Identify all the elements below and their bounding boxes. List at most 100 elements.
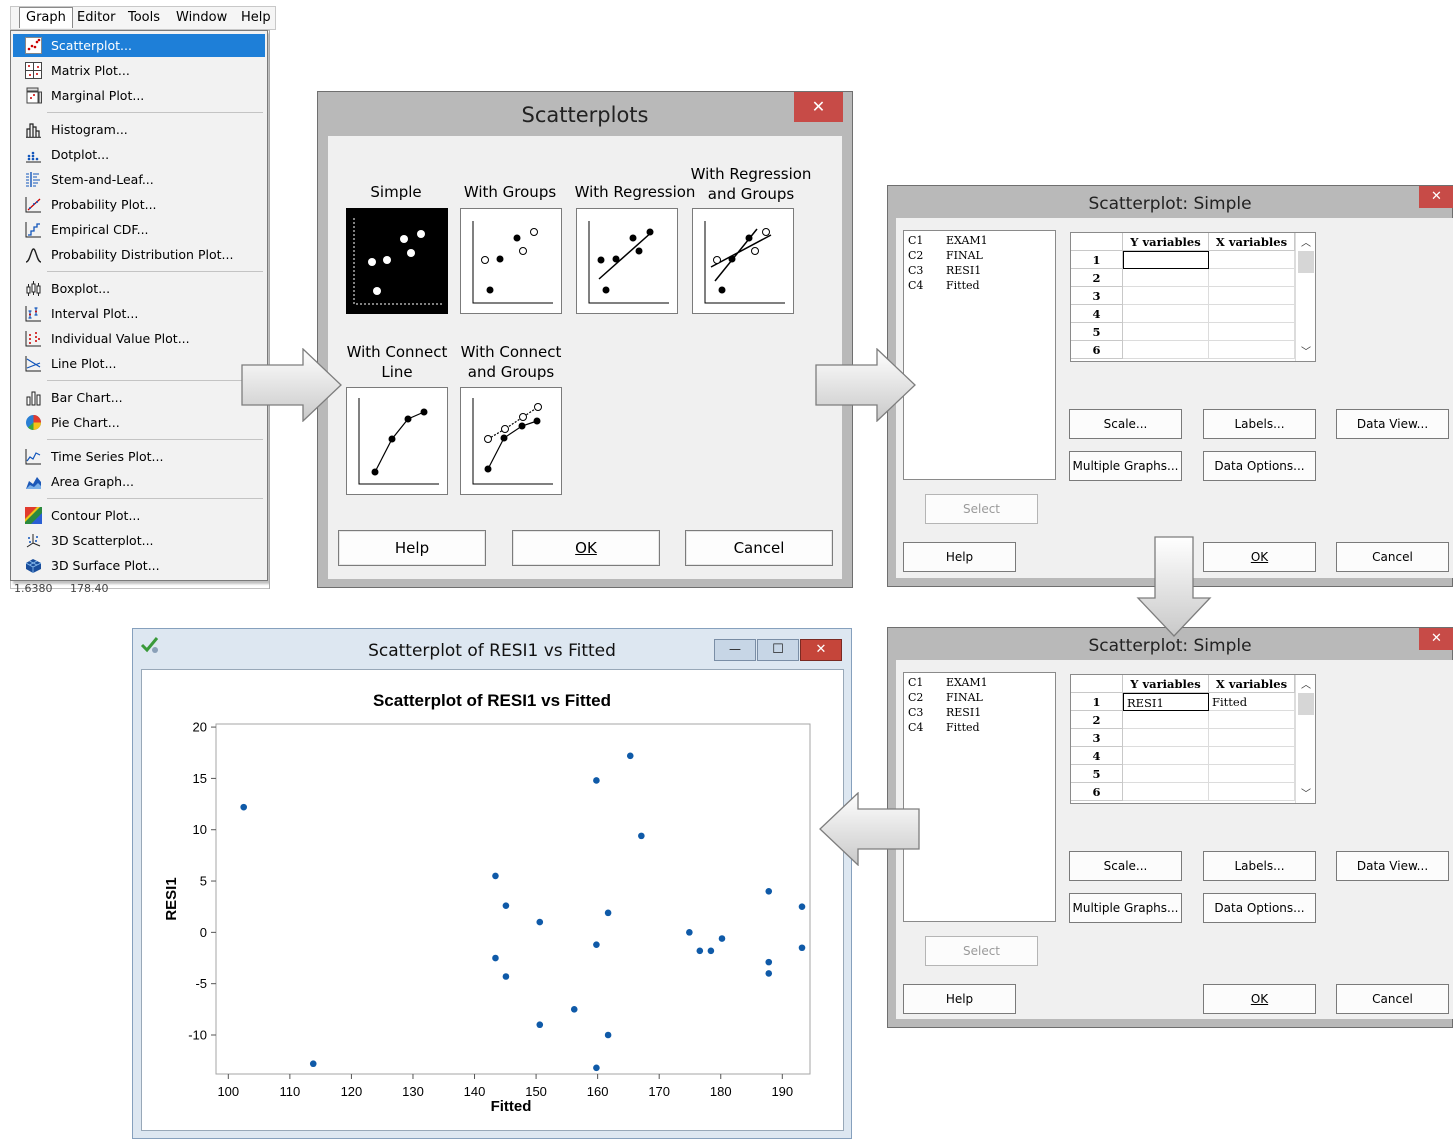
x-variable-cell[interactable] — [1209, 323, 1295, 341]
menu-item-dotplot[interactable]: Dotplot... — [13, 143, 265, 166]
y-variable-cell[interactable] — [1123, 729, 1209, 747]
menu-item-contour-plot[interactable]: Contour Plot... — [13, 504, 265, 527]
variable-list[interactable]: C1 EXAM1 C2 FINAL C3 RESI1 C4 Fitted — [903, 230, 1056, 480]
x-variable-cell[interactable] — [1209, 341, 1295, 359]
option-with-regression[interactable] — [576, 208, 678, 314]
ok-button[interactable]: OK — [1203, 542, 1316, 572]
menu-item-area-graph[interactable]: Area Graph... — [13, 470, 265, 493]
y-variable-cell[interactable] — [1123, 251, 1209, 269]
menu-editor[interactable]: Editor — [77, 10, 115, 25]
x-variable-cell[interactable]: Fitted — [1209, 693, 1295, 711]
table-scrollbar[interactable]: ︿ ﹀ — [1295, 675, 1315, 803]
x-variable-cell[interactable] — [1209, 783, 1295, 801]
cancel-button[interactable]: Cancel — [1336, 542, 1449, 572]
cancel-button[interactable]: Cancel — [685, 530, 833, 566]
menu-item-3d-scatterplot[interactable]: 3D Scatterplot... — [13, 529, 265, 552]
menu-item-boxplot[interactable]: Boxplot... — [13, 277, 265, 300]
variable-list[interactable]: C1 EXAM1 C2 FINAL C3 RESI1 C4 Fitted — [903, 672, 1056, 922]
row-number: 1 — [1071, 251, 1123, 269]
scale-button[interactable]: Scale... — [1069, 851, 1182, 881]
y-variable-cell[interactable] — [1123, 323, 1209, 341]
menu-item-stem-and-leaf[interactable]: Stem-and-Leaf... — [13, 168, 265, 191]
menu-item-pie-chart[interactable]: Pie Chart... — [13, 411, 265, 434]
select-button[interactable]: Select — [925, 936, 1038, 966]
menu-item-probability-distribution-plot[interactable]: Probability Distribution Plot... — [13, 243, 265, 266]
multiple-graphs-button[interactable]: Multiple Graphs... — [1069, 893, 1182, 923]
minimize-button[interactable]: — — [714, 639, 756, 661]
y-variable-cell[interactable] — [1123, 287, 1209, 305]
menu-item-empirical-cdf[interactable]: Empirical CDF... — [13, 218, 265, 241]
data-point — [798, 944, 806, 952]
help-button[interactable]: Help — [903, 984, 1016, 1014]
x-variable-cell[interactable] — [1209, 269, 1295, 287]
menu-item-interval-plot[interactable]: Interval Plot... — [13, 302, 265, 325]
y-tick-label: 5 — [200, 874, 207, 889]
option-with-groups[interactable] — [460, 208, 562, 314]
y-variable-cell[interactable] — [1123, 711, 1209, 729]
close-button[interactable]: ✕ — [1419, 628, 1453, 650]
multiple-graphs-button[interactable]: Multiple Graphs... — [1069, 451, 1182, 481]
y-variable-cell[interactable] — [1123, 305, 1209, 323]
help-button[interactable]: Help — [338, 530, 486, 566]
column-name: RESI1 — [946, 706, 982, 719]
scroll-up-icon[interactable]: ︿ — [1301, 234, 1311, 249]
data-view-button[interactable]: Data View... — [1336, 409, 1449, 439]
x-variable-cell[interactable] — [1209, 305, 1295, 323]
x-variable-cell[interactable] — [1209, 729, 1295, 747]
y-variable-cell[interactable] — [1123, 783, 1209, 801]
y-variable-cell[interactable]: RESI1 — [1123, 693, 1209, 711]
option-with-connect-and-groups[interactable] — [460, 387, 562, 495]
menu-item-probability-plot[interactable]: Probability Plot... — [13, 193, 265, 216]
x-variable-cell[interactable] — [1209, 287, 1295, 305]
menu-item-matrix-plot[interactable]: Matrix Plot... — [13, 59, 265, 82]
help-button[interactable]: Help — [903, 542, 1016, 572]
menu-item-label: Line Plot... — [51, 356, 117, 371]
menu-tools[interactable]: Tools — [128, 10, 160, 25]
menu-item-time-series-plot[interactable]: Time Series Plot... — [13, 445, 265, 468]
menu-item-line-plot[interactable]: Line Plot... — [13, 352, 265, 375]
x-variable-cell[interactable] — [1209, 711, 1295, 729]
y-variable-cell[interactable] — [1123, 747, 1209, 765]
scroll-thumb[interactable] — [1298, 693, 1314, 715]
maximize-button[interactable]: ☐ — [757, 639, 799, 661]
scroll-thumb[interactable] — [1298, 251, 1314, 273]
menu-help[interactable]: Help — [241, 10, 271, 25]
data-point — [309, 1060, 317, 1068]
x-variable-cell[interactable] — [1209, 251, 1295, 269]
x-variable-cell[interactable] — [1209, 747, 1295, 765]
menu-graph[interactable]: Graph — [19, 7, 73, 28]
option-simple[interactable] — [346, 208, 448, 314]
labels-button[interactable]: Labels... — [1203, 851, 1316, 881]
close-button[interactable]: ✕ — [800, 639, 842, 661]
y-variable-cell[interactable] — [1123, 765, 1209, 783]
cancel-button[interactable]: Cancel — [1336, 984, 1449, 1014]
y-variable-cell[interactable] — [1123, 269, 1209, 287]
row-number: 1 — [1071, 693, 1123, 711]
ok-button[interactable]: OK — [512, 530, 660, 566]
scroll-down-icon[interactable]: ﹀ — [1301, 785, 1311, 800]
scroll-up-icon[interactable]: ︿ — [1301, 676, 1311, 691]
menu-window[interactable]: Window — [176, 10, 227, 25]
ok-button[interactable]: OK — [1203, 984, 1316, 1014]
labels-button[interactable]: Labels... — [1203, 409, 1316, 439]
x-variable-cell[interactable] — [1209, 765, 1295, 783]
table-scrollbar[interactable]: ︿ ﹀ — [1295, 233, 1315, 361]
scroll-down-icon[interactable]: ﹀ — [1301, 343, 1311, 358]
data-options-button[interactable]: Data Options... — [1203, 893, 1316, 923]
option-with-connect-line[interactable] — [346, 387, 448, 495]
close-button[interactable]: ✕ — [794, 92, 843, 122]
data-view-button[interactable]: Data View... — [1336, 851, 1449, 881]
scale-button[interactable]: Scale... — [1069, 409, 1182, 439]
y-variable-cell[interactable] — [1123, 341, 1209, 359]
menu-item-scatterplot[interactable]: Scatterplot... — [13, 34, 265, 57]
option-with-regression-and-groups[interactable] — [692, 208, 794, 314]
menu-item-marginal-plot[interactable]: Marginal Plot... — [13, 84, 265, 107]
menu-item-histogram[interactable]: Histogram... — [13, 118, 265, 141]
menu-item-bar-chart[interactable]: Bar Chart... — [13, 386, 265, 409]
data-point — [696, 947, 704, 955]
menu-item-individual-value-plot[interactable]: Individual Value Plot... — [13, 327, 265, 350]
data-options-button[interactable]: Data Options... — [1203, 451, 1316, 481]
close-button[interactable]: ✕ — [1419, 186, 1453, 208]
select-button[interactable]: Select — [925, 494, 1038, 524]
menu-item-3d-surface-plot[interactable]: 3D Surface Plot... — [13, 554, 265, 577]
